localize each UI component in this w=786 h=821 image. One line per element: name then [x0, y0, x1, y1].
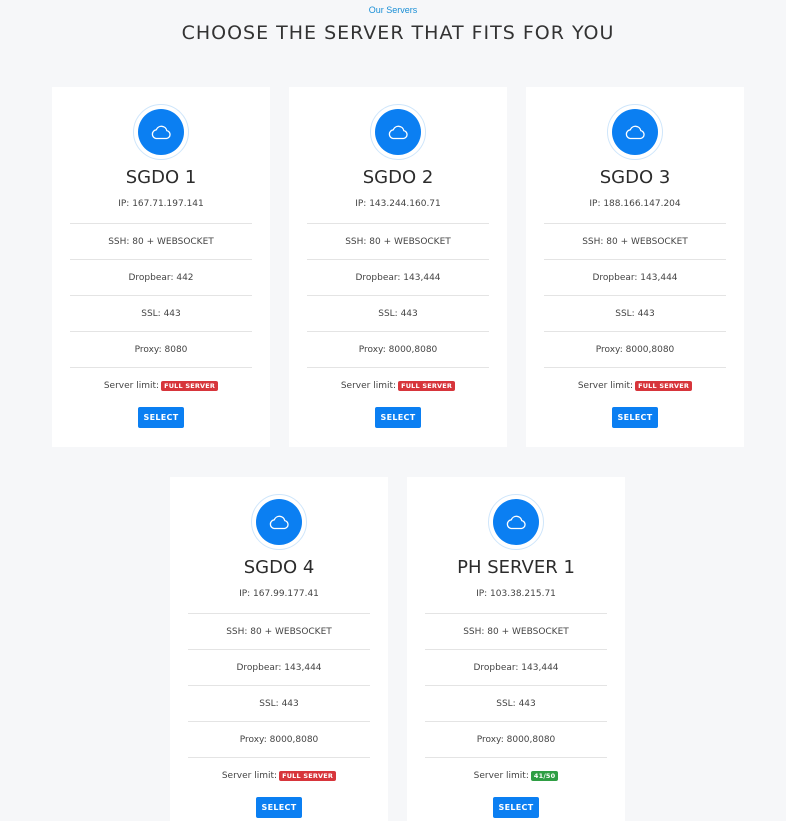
select-server-button[interactable]: SELECT — [375, 407, 421, 428]
server-name: SGDO 4 — [243, 557, 315, 578]
server-spec-text: Dropbear: 442 — [128, 272, 194, 283]
server-limit-label: Server limit: — [340, 380, 397, 391]
server-icon-ring — [370, 104, 426, 160]
server-limit-badge: FULL SERVER — [279, 770, 337, 781]
server-limit-label: Server limit: — [221, 770, 278, 781]
cloud-icon — [138, 109, 184, 155]
server-specs: SSH: 80 + WEBSOCKET Dropbear: 442 SSL: 443… — [70, 223, 252, 403]
server-spec-text: SSH: 80 + WEBSOCKET — [108, 236, 214, 247]
server-spec-text: Proxy: 8000,8080 — [239, 734, 319, 745]
server-card: SGDO 3 IP: 188.166.147.204 SSH: 80 + WEB… — [526, 87, 744, 447]
server-ip: IP: 103.38.215.71 — [476, 589, 556, 599]
server-spec-text: SSH: 80 + WEBSOCKET — [463, 626, 569, 637]
server-limit-badge: FULL SERVER — [398, 380, 456, 391]
server-specs: SSH: 80 + WEBSOCKET Dropbear: 143,444 SSL:… — [188, 613, 370, 793]
server-specs: SSH: 80 + WEBSOCKET Dropbear: 143,444 SSL:… — [425, 613, 607, 793]
server-ip: IP: 167.99.177.41 — [239, 589, 319, 599]
server-limit-badge: FULL SERVER — [161, 380, 219, 391]
server-spec-row: Proxy: 8080 — [70, 331, 252, 367]
server-spec-row: Proxy: 8000,8080 — [307, 331, 489, 367]
server-specs: SSH: 80 + WEBSOCKET Dropbear: 143,444 SSL:… — [544, 223, 726, 403]
server-spec-row: SSL: 443 — [544, 295, 726, 331]
select-server-button[interactable]: SELECT — [138, 407, 184, 428]
server-limit-badge: 41/50 — [530, 770, 559, 781]
server-spec-text: Proxy: 8000,8080 — [595, 344, 675, 355]
server-limit-row: Server limit: FULL SERVER — [70, 367, 252, 403]
server-limit-label: Server limit: — [473, 770, 529, 781]
server-spec-text: SSH: 80 + WEBSOCKET — [582, 236, 688, 247]
cloud-icon — [256, 499, 302, 545]
select-server-button[interactable]: SELECT — [612, 407, 658, 428]
server-spec-text: SSL: 443 — [378, 308, 418, 319]
server-spec-row: SSH: 80 + WEBSOCKET — [425, 613, 607, 649]
server-spec-text: Proxy: 8000,8080 — [358, 344, 438, 355]
server-spec-row: Dropbear: 143,444 — [544, 259, 726, 295]
server-spec-text: Proxy: 8000,8080 — [476, 734, 556, 745]
server-spec-text: SSL: 443 — [141, 308, 181, 319]
server-spec-text: SSL: 443 — [615, 308, 655, 319]
server-spec-row: Dropbear: 143,444 — [188, 649, 370, 685]
server-spec-row: Dropbear: 442 — [70, 259, 252, 295]
cloud-icon — [493, 499, 539, 545]
server-spec-row: SSH: 80 + WEBSOCKET — [70, 223, 252, 259]
server-icon-ring — [607, 104, 663, 160]
server-spec-row: SSH: 80 + WEBSOCKET — [307, 223, 489, 259]
server-ip: IP: 143.244.160.71 — [355, 199, 441, 209]
server-name: SGDO 1 — [125, 167, 197, 188]
server-spec-text: Dropbear: 143,444 — [236, 662, 322, 673]
server-spec-text: Proxy: 8080 — [134, 344, 188, 355]
server-spec-row: Proxy: 8000,8080 — [425, 721, 607, 757]
server-spec-text: Dropbear: 143,444 — [473, 662, 559, 673]
server-limit-badge: FULL SERVER — [635, 380, 693, 391]
server-specs: SSH: 80 + WEBSOCKET Dropbear: 143,444 SSL:… — [307, 223, 489, 403]
cloud-icon — [612, 109, 658, 155]
cloud-icon — [375, 109, 421, 155]
server-icon-ring — [488, 494, 544, 550]
section-eyebrow: Our Servers — [368, 5, 418, 15]
server-limit-row: Server limit: 41/50 — [425, 757, 607, 793]
server-card: SGDO 2 IP: 143.244.160.71 SSH: 80 + WEBS… — [289, 87, 507, 447]
select-server-button[interactable]: SELECT — [493, 797, 539, 818]
server-spec-row: SSL: 443 — [425, 685, 607, 721]
server-spec-row: SSL: 443 — [70, 295, 252, 331]
server-spec-row: SSL: 443 — [307, 295, 489, 331]
server-icon-ring — [133, 104, 189, 160]
server-spec-text: SSH: 80 + WEBSOCKET — [345, 236, 451, 247]
server-spec-row: Dropbear: 143,444 — [425, 649, 607, 685]
server-card: SGDO 4 IP: 167.99.177.41 SSH: 80 + WEBSO… — [170, 477, 388, 821]
server-icon-ring — [251, 494, 307, 550]
server-spec-row: SSL: 443 — [188, 685, 370, 721]
server-card: SGDO 1 IP: 167.71.197.141 SSH: 80 + WEBS… — [52, 87, 270, 447]
server-card: PH SERVER 1 IP: 103.38.215.71 SSH: 80 + … — [407, 477, 625, 821]
server-spec-text: Dropbear: 143,444 — [592, 272, 678, 283]
server-spec-row: Proxy: 8000,8080 — [544, 331, 726, 367]
server-ip: IP: 167.71.197.141 — [118, 199, 204, 209]
server-name: PH SERVER 1 — [457, 557, 575, 578]
server-ip: IP: 188.166.147.204 — [589, 199, 681, 209]
server-spec-row: Dropbear: 143,444 — [307, 259, 489, 295]
server-limit-row: Server limit: FULL SERVER — [188, 757, 370, 793]
server-spec-text: SSL: 443 — [496, 698, 536, 709]
server-limit-label: Server limit: — [577, 380, 634, 391]
server-spec-row: SSH: 80 + WEBSOCKET — [188, 613, 370, 649]
server-name: SGDO 2 — [362, 167, 434, 188]
server-name: SGDO 3 — [599, 167, 671, 188]
server-spec-text: SSL: 443 — [259, 698, 299, 709]
server-limit-row: Server limit: FULL SERVER — [307, 367, 489, 403]
server-spec-text: SSH: 80 + WEBSOCKET — [226, 626, 332, 637]
server-spec-row: SSH: 80 + WEBSOCKET — [544, 223, 726, 259]
page-title: CHOOSE THE SERVER THAT FITS FOR YOU — [181, 22, 615, 44]
server-spec-text: Dropbear: 143,444 — [355, 272, 441, 283]
server-spec-row: Proxy: 8000,8080 — [188, 721, 370, 757]
server-limit-label: Server limit: — [103, 380, 160, 391]
select-server-button[interactable]: SELECT — [256, 797, 302, 818]
server-limit-row: Server limit: FULL SERVER — [544, 367, 726, 403]
